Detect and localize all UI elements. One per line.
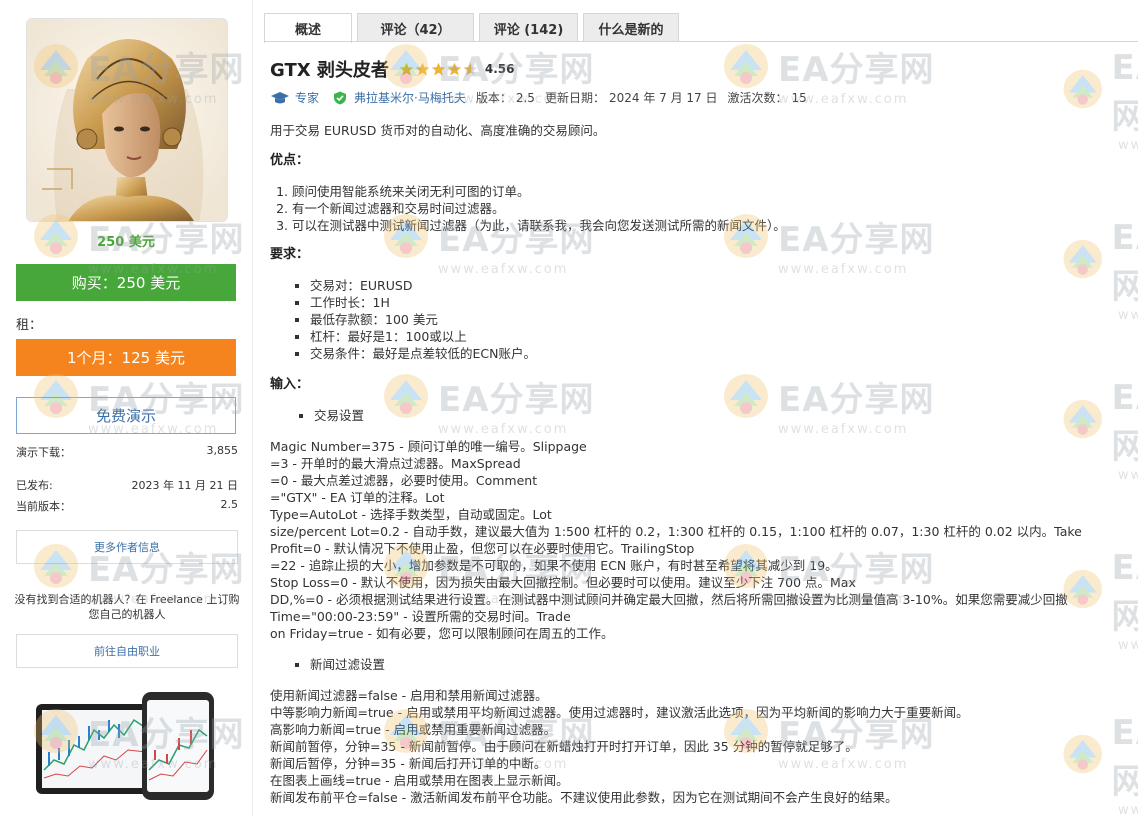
demo-downloads-value: 3,855 [206,444,239,457]
param-line: 新闻发布前平仓=false - 激活新闻发布前平仓功能。不建议使用此参数，因为它… [270,790,898,805]
version-label: 版本： [475,91,512,105]
product-header: GTX 剥头皮者 4.56 [270,56,515,82]
list-item: 交易条件：最好是点差较低的ECN账户。 [310,345,1136,362]
tab-bar: 概述 评论（42） 评论 (142) 什么是新的 [264,13,684,43]
param-line: =0 - 最大点差过滤器，必要时使用。Comment [270,473,538,488]
param-line: 中等影响力新闻=true - 启用或禁用平均新闻过滤器。使用过滤器时，建议激活此… [270,705,969,720]
list-item: 最低存款额：100 美元 [310,311,1136,328]
list-item: 杠杆：最好是1：100或以上 [310,328,1136,345]
star-icon [415,62,430,75]
freelance-promo-text: 没有找到合适的机器人？在 Freelance 上订购您自己的机器人 [14,593,240,621]
tabs-underline [264,41,1138,42]
param-line: 高影响力新闻=true - 启用或禁用重要新闻过滤器。 [270,722,557,737]
param-line: Stop Loss=0 - 默认不使用，因为损失由最大回撤控制。但必要时可以使用… [270,575,856,590]
param-line: DD,%=0 - 必须根据测试结果进行设置。在测试器中测试顾问并确定最大回撤，然… [270,592,1068,607]
current-version-row: 当前版本： 2.5 [16,498,238,514]
activations-value: 15 [791,90,807,105]
watermark-logo-icon [724,44,768,88]
list-item: 交易设置 [314,407,1136,424]
published-row: 已发布: 2023 年 11 月 21 日 [16,477,238,493]
requirements-list: 交易对：EURUSD 工作时长：1H 最低存款额：100 美元 杠杆：最好是1：… [310,277,1136,362]
param-line: Magic Number=375 - 顾问订单的唯一编号。Slippage [270,439,587,454]
param-line: 新闻后暂停，分钟=35 - 新闻后打开订单的中断。 [270,756,547,771]
sidebar-divider [252,0,253,816]
intro-text: 用于交易 EURUSD 货币对的自动化、高度准确的交易顾问。 [270,123,606,138]
product-meta: 专家 弗拉基米尔·马梅托夫 版本： 2.5 更新日期： 2024 年 7 月 1… [270,89,807,106]
product-description: 用于交易 EURUSD 货币对的自动化、高度准确的交易顾问。 优点： 顾问使用智… [270,122,1136,806]
news-settings-list: 新闻过滤设置 [310,656,1136,673]
tab-overview[interactable]: 概述 [264,13,352,43]
free-demo-button[interactable]: 免费演示 [16,397,236,434]
current-version-label: 当前版本： [16,500,71,513]
version-value: 2.5 [515,90,535,105]
rating-stars [399,62,479,77]
demo-downloads-label: 演示下载： [16,446,71,459]
param-line: 使用新闻过滤器=false - 启用和禁用新闻过滤器。 [270,688,548,703]
half-star-icon [463,62,478,75]
list-item: 有一个新闻过滤器和交易时间过滤器。 [292,200,1136,217]
author-level-link[interactable]: 专家 [295,89,319,106]
param-line: Time="00:00-23:59" - 设置所需的交易时间。Trade [270,609,571,624]
tab-comments[interactable]: 评论 (142) [479,13,578,42]
watermark-text: EA分享网 [778,49,935,90]
star-icon [431,62,446,75]
product-image[interactable] [26,18,228,222]
watermark-logo-icon [1063,69,1102,109]
param-line: on Friday=true - 如有必要，您可以限制顾问在周五的工作。 [270,626,614,641]
list-item: 顾问使用智能系统来关闭无利可图的订单。 [292,183,1136,200]
published-value: 2023 年 11 月 21 日 [131,479,238,492]
param-line: Profit=0 - 默认情况下不使用止盈，但您可以在必要时使用它。Traili… [270,541,695,556]
news-settings-text: 使用新闻过滤器=false - 启用和禁用新闻过滤器。 中等影响力新闻=true… [270,687,1136,806]
more-author-info-button[interactable]: 更多作者信息 [16,530,238,564]
param-line: size/percent Lot=0.2 - 自动手数，建议最大值为 1:500… [270,524,1082,539]
param-line: 在图表上画线=true - 启用或禁用在图表上显示新闻。 [270,773,569,788]
param-line: =22 - 追踪止损的大小，增加参数是不可取的，如果不使用 ECN 账户，有时甚… [270,558,838,573]
buy-button[interactable]: 购买：250 美元 [16,264,236,301]
demo-downloads-row: 演示下载： 3,855 [16,444,238,460]
verified-shield-icon [334,91,347,104]
star-icon [399,62,414,75]
list-item: 新闻过滤设置 [310,656,1136,673]
rent-label: 租： [16,318,43,333]
rent-1-month-button[interactable]: 1个月：125 美元 [16,339,236,376]
rating-value: 4.56 [484,62,515,76]
trade-settings-list: 交易设置 [314,407,1136,424]
trading-devices-illustration [34,690,220,802]
list-item: 工作时长：1H [310,294,1136,311]
current-version-value: 2.5 [220,498,239,511]
go-to-freelance-button[interactable]: 前往自由职业 [16,634,238,668]
param-line: Type=AutoLot - 选择手数类型，自动或固定。Lot [270,507,552,522]
trade-settings-text: Magic Number=375 - 顾问订单的唯一编号。Slippage =3… [270,438,1136,642]
inputs-heading: 输入： [270,377,310,392]
pros-heading: 优点： [270,153,310,168]
star-icon [447,62,462,75]
list-item: 可以在测试器中测试新闻过滤器（为此，请联系我，我会向您发送测试所需的新闻文件）。 [292,217,1136,234]
pros-list: 顾问使用智能系统来关闭无利可图的订单。 有一个新闻过滤器和交易时间过滤器。 可以… [292,183,1136,234]
param-line: ="GTX" - EA 订单的注释。Lot [270,490,445,505]
graduation-cap-icon [271,91,289,103]
price-label: 250 美元 [97,235,155,250]
tab-reviews[interactable]: 评论（42） [357,13,474,42]
param-line: =3 - 开单时的最大滑点过滤器。MaxSpread [270,456,521,471]
requirements-heading: 要求： [270,247,310,262]
list-item: 交易对：EURUSD [310,277,1136,294]
published-label: 已发布: [16,479,53,492]
updated-label: 更新日期： [544,91,605,105]
author-name-link[interactable]: 弗拉基米尔·马梅托夫 [354,89,466,106]
product-sidebar: 250 美元 购买：250 美元 租： 1个月：125 美元 免费演示 演示下载… [0,0,252,816]
tab-whats-new[interactable]: 什么是新的 [583,13,679,42]
param-line: 新闻前暂停，分钟=35 - 新闻前暂停。由于顾问在新蜡烛打开时打开订单，因此 3… [270,739,858,754]
robot-woman-illustration [27,19,227,221]
activations-label: 激活次数： [727,91,788,105]
product-title: GTX 剥头皮者 [270,60,389,81]
updated-value: 2024 年 7 月 17 日 [608,91,718,105]
